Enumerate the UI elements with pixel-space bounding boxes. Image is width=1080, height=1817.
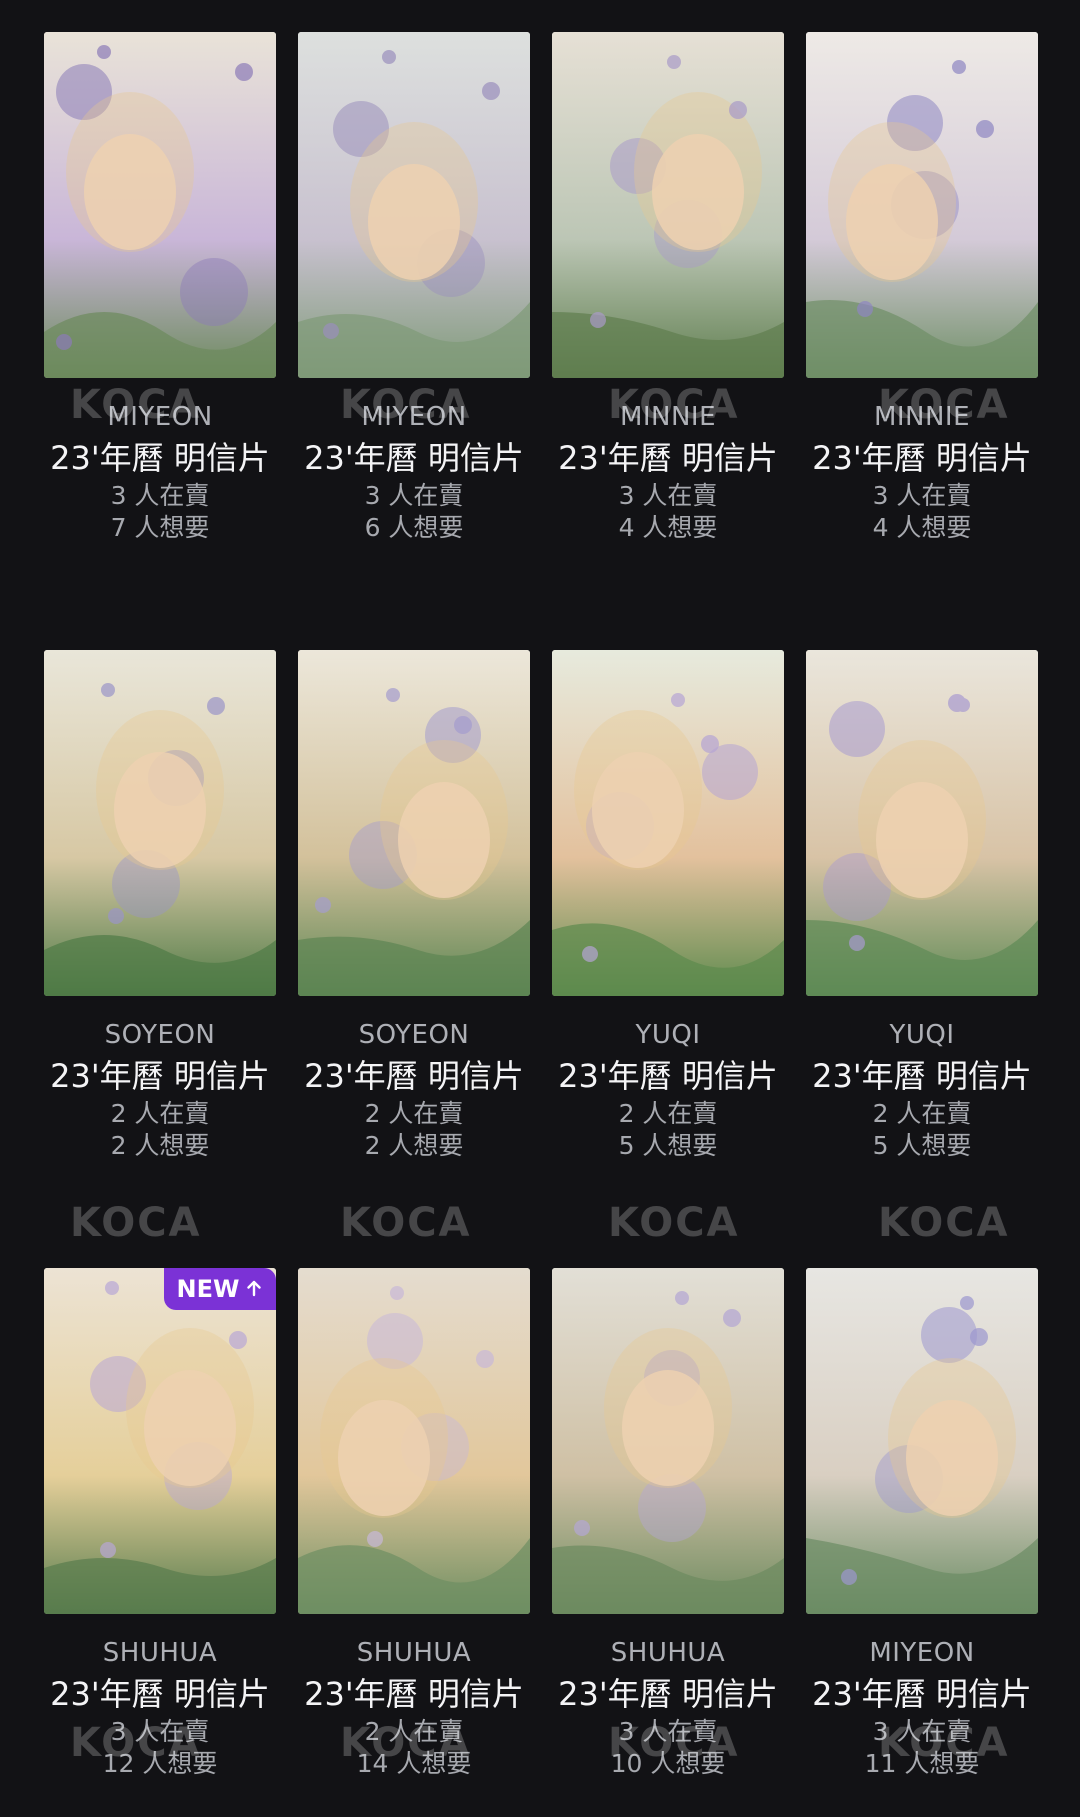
- photocard-item[interactable]: YUQI 23'年曆 明信片 2 人在賣 5 人想要: [552, 650, 784, 1162]
- selling-count: 2 人在賣: [364, 1717, 464, 1746]
- photo-illustration: [552, 1268, 784, 1614]
- selling-count: 2 人在賣: [364, 1099, 464, 1128]
- photocard-image[interactable]: [44, 650, 276, 996]
- card-title: 23'年曆 明信片: [558, 1057, 778, 1095]
- photo-illustration: [552, 32, 784, 378]
- photocard-image[interactable]: [806, 650, 1038, 996]
- member-name: SHUHUA: [102, 1638, 218, 1668]
- member-name: MINNIE: [873, 402, 971, 432]
- photo-illustration: [806, 1268, 1038, 1614]
- member-name: MINNIE: [619, 402, 717, 432]
- selling-count: 3 人在賣: [364, 481, 464, 510]
- photo-illustration: [298, 650, 530, 996]
- wanting-count: 7 人想要: [110, 513, 210, 542]
- arrow-up-icon: [245, 1275, 263, 1303]
- photocard-image[interactable]: [298, 32, 530, 378]
- member-name: MIYEON: [361, 402, 467, 432]
- wanting-count: 2 人想要: [364, 1131, 464, 1160]
- selling-count: 3 人在賣: [110, 481, 210, 510]
- member-name: MIYEON: [107, 402, 213, 432]
- card-title: 23'年曆 明信片: [558, 1675, 778, 1713]
- selling-count: 3 人在賣: [872, 1717, 972, 1746]
- member-name: MIYEON: [869, 1638, 975, 1668]
- card-title: 23'年曆 明信片: [812, 1057, 1032, 1095]
- photocard-item[interactable]: MIYEON 23'年曆 明信片 3 人在賣 6 人想要: [298, 32, 530, 544]
- photo-illustration: [806, 650, 1038, 996]
- wanting-count: 12 人想要: [102, 1749, 218, 1778]
- selling-count: 3 人在賣: [618, 481, 718, 510]
- card-title: 23'年曆 明信片: [304, 439, 524, 477]
- selling-count: 3 人在賣: [110, 1717, 210, 1746]
- card-title: 23'年曆 明信片: [50, 1675, 270, 1713]
- selling-count: 3 人在賣: [872, 481, 972, 510]
- photocard-item[interactable]: MINNIE 23'年曆 明信片 3 人在賣 4 人想要: [806, 32, 1038, 544]
- wanting-count: 5 人想要: [618, 1131, 718, 1160]
- member-name: SOYEON: [358, 1020, 470, 1050]
- photocard-image[interactable]: [552, 1268, 784, 1614]
- photocard-grid: MIYEON 23'年曆 明信片 3 人在賣 7 人想要 MIYEON 23'年曆 明信…: [0, 0, 1080, 1817]
- selling-count: 2 人在賣: [872, 1099, 972, 1128]
- wanting-count: 4 人想要: [618, 513, 718, 542]
- member-name: SHUHUA: [356, 1638, 472, 1668]
- member-name: YUQI: [889, 1020, 955, 1050]
- new-badge-label: NEW: [176, 1275, 240, 1303]
- card-title: 23'年曆 明信片: [50, 1057, 270, 1095]
- photocard-item[interactable]: NEW SHUHUA 23'年曆 明信片 3 人在賣 12 人想要: [44, 1268, 276, 1780]
- card-title: 23'年曆 明信片: [50, 439, 270, 477]
- photo-illustration: [298, 1268, 530, 1614]
- photocard-item[interactable]: YUQI 23'年曆 明信片 2 人在賣 5 人想要: [806, 650, 1038, 1162]
- card-title: 23'年曆 明信片: [812, 1675, 1032, 1713]
- card-title: 23'年曆 明信片: [304, 1675, 524, 1713]
- wanting-count: 10 人想要: [610, 1749, 726, 1778]
- card-title: 23'年曆 明信片: [304, 1057, 524, 1095]
- photocard-item[interactable]: SHUHUA 23'年曆 明信片 2 人在賣 14 人想要: [298, 1268, 530, 1780]
- card-title: 23'年曆 明信片: [812, 439, 1032, 477]
- selling-count: 2 人在賣: [618, 1099, 718, 1128]
- selling-count: 2 人在賣: [110, 1099, 210, 1128]
- selling-count: 3 人在賣: [618, 1717, 718, 1746]
- wanting-count: 4 人想要: [872, 513, 972, 542]
- photocard-image[interactable]: [298, 650, 530, 996]
- wanting-count: 2 人想要: [110, 1131, 210, 1160]
- photo-illustration: [44, 650, 276, 996]
- photocard-image[interactable]: [552, 32, 784, 378]
- photocard-item[interactable]: MIYEON 23'年曆 明信片 3 人在賣 7 人想要: [44, 32, 276, 544]
- photocard-image[interactable]: [44, 32, 276, 378]
- member-name: SHUHUA: [610, 1638, 726, 1668]
- photocard-image[interactable]: NEW: [44, 1268, 276, 1614]
- new-badge: NEW: [164, 1268, 276, 1310]
- photo-illustration: [298, 32, 530, 378]
- photocard-item[interactable]: SOYEON 23'年曆 明信片 2 人在賣 2 人想要: [44, 650, 276, 1162]
- photocard-image[interactable]: [806, 1268, 1038, 1614]
- wanting-count: 5 人想要: [872, 1131, 972, 1160]
- photocard-item[interactable]: MINNIE 23'年曆 明信片 3 人在賣 4 人想要: [552, 32, 784, 544]
- member-name: SOYEON: [104, 1020, 216, 1050]
- wanting-count: 14 人想要: [356, 1749, 472, 1778]
- photocard-item[interactable]: SOYEON 23'年曆 明信片 2 人在賣 2 人想要: [298, 650, 530, 1162]
- photocard-image[interactable]: [298, 1268, 530, 1614]
- photo-illustration: [552, 650, 784, 996]
- photocard-item[interactable]: SHUHUA 23'年曆 明信片 3 人在賣 10 人想要: [552, 1268, 784, 1780]
- wanting-count: 11 人想要: [864, 1749, 980, 1778]
- photocard-image[interactable]: [806, 32, 1038, 378]
- card-title: 23'年曆 明信片: [558, 439, 778, 477]
- photocard-item[interactable]: MIYEON 23'年曆 明信片 3 人在賣 11 人想要: [806, 1268, 1038, 1780]
- wanting-count: 6 人想要: [364, 513, 464, 542]
- photo-illustration: [806, 32, 1038, 378]
- photo-illustration: [44, 32, 276, 378]
- member-name: YUQI: [635, 1020, 701, 1050]
- photo-illustration: [44, 1268, 276, 1614]
- photocard-image[interactable]: [552, 650, 784, 996]
